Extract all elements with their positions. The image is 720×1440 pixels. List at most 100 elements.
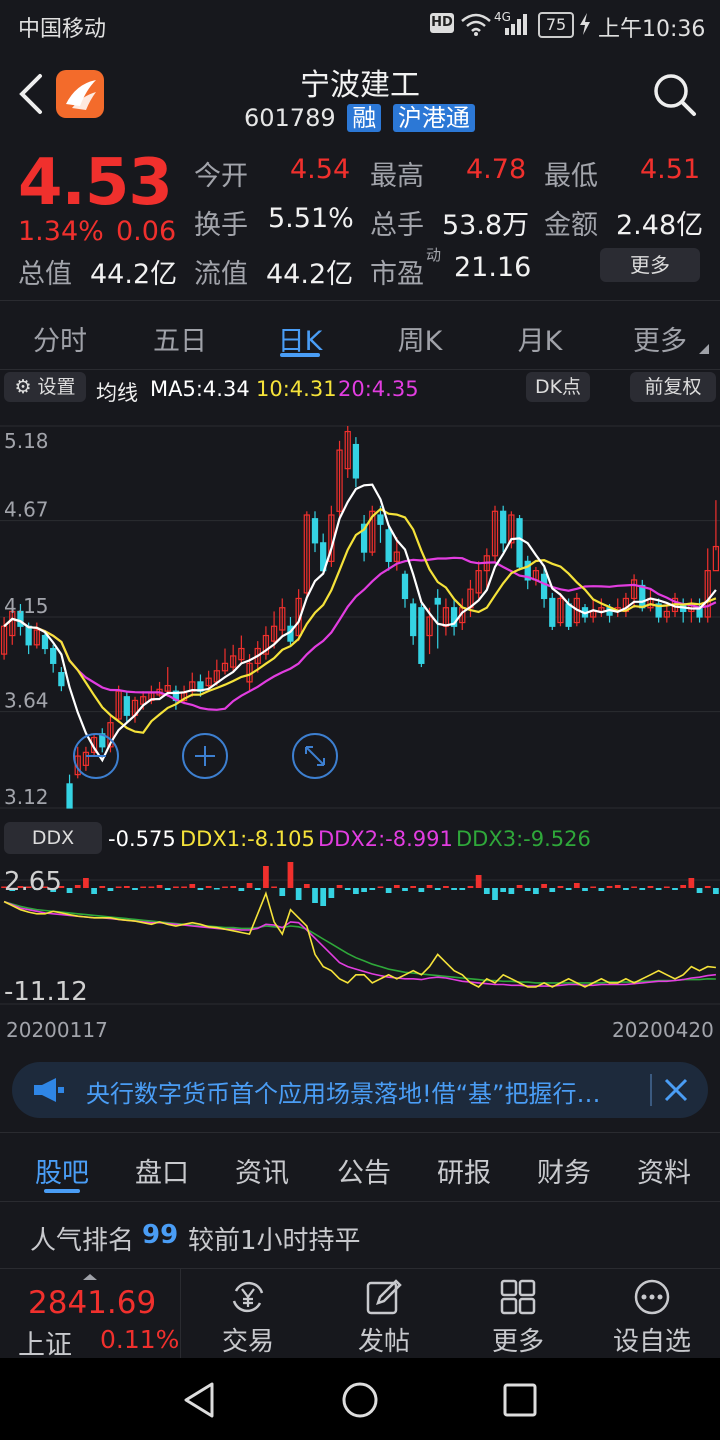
candle-body (418, 607, 425, 664)
tab-five-day[interactable]: 五日 (140, 319, 220, 358)
ddx-bar (713, 888, 719, 894)
stock-code: 601789 (244, 104, 336, 132)
y-tick-label: 3.64 (4, 689, 49, 713)
tab-more[interactable]: 更多 (620, 319, 700, 358)
ellipsis-circle-icon (634, 1279, 670, 1315)
index-change: 0.11% (100, 1325, 180, 1354)
open-value: 4.54 (290, 154, 351, 185)
ddx-bar (443, 886, 449, 888)
forward-adjust-button[interactable]: 前复权 (630, 372, 716, 402)
ddx-bar (66, 888, 73, 893)
post-button[interactable]: 发帖 (316, 1269, 452, 1359)
tab-research[interactable]: 研报 (424, 1151, 504, 1190)
ddx-bar (123, 886, 130, 888)
candle-body (25, 625, 32, 646)
ddx-bar (361, 888, 367, 892)
ddx-bar (91, 888, 97, 894)
pe-value: 21.16 (454, 252, 532, 283)
ddx-bar (213, 888, 220, 890)
tab-intraday[interactable]: 分时 (20, 319, 100, 358)
news-banner[interactable]: 央行数字货币首个应用场景落地!借“基”把握行… (12, 1062, 708, 1118)
change-amount: 0.06 (116, 216, 177, 247)
low-value: 4.51 (640, 154, 701, 185)
low-label: 最低 (544, 161, 598, 192)
tab-forum[interactable]: 股吧 (22, 1151, 102, 1190)
wifi-icon (461, 13, 491, 36)
settings-button[interactable]: ⚙ 设置 (4, 372, 86, 402)
amount-value: 2.48亿 (616, 210, 704, 241)
dk-point-button[interactable]: DK点 (526, 372, 590, 402)
ddx-bar (533, 888, 539, 894)
chevron-left-icon[interactable] (16, 72, 46, 116)
ddx-bar (549, 888, 556, 892)
news-text[interactable]: 央行数字货币首个应用场景落地!借“基”把握行… (86, 1074, 646, 1109)
ddx-bar (663, 886, 670, 888)
tab-weekly-k[interactable]: 周K (380, 319, 460, 358)
candle-body (540, 573, 548, 600)
candle-body (410, 603, 417, 637)
search-icon[interactable] (650, 70, 698, 118)
index-name: 上证 (18, 1330, 72, 1361)
bottom-toolbar: 2841.69 上证 0.11% 交易 发帖 更多 设自选 (0, 1268, 720, 1361)
ddx-chart[interactable]: 2.65 -11.12 (0, 858, 720, 1008)
volume-value: 53.8万 (442, 210, 530, 241)
tab-order-book[interactable]: 盘口 (122, 1151, 202, 1190)
trade-button[interactable]: 交易 (180, 1269, 316, 1359)
margin-tag: 融 (347, 104, 382, 132)
info-tabs: 股吧 盘口 资讯 公告 研报 财务 资料 (0, 1132, 720, 1202)
popularity-rank: 人气排名 99 较前1小时持平 (0, 1204, 720, 1264)
ddx-bar (410, 886, 417, 888)
tab-financials[interactable]: 财务 (524, 1151, 604, 1190)
candle-body (377, 514, 384, 525)
logo-icon (66, 80, 96, 110)
change-percent: 1.34% (18, 216, 104, 247)
yen-cycle-icon (232, 1281, 264, 1313)
y-tick-label: 5.18 (4, 429, 49, 453)
ddx-bar (83, 878, 89, 888)
app-logo[interactable] (56, 70, 104, 118)
more-menu-button[interactable]: 更多 (450, 1269, 586, 1359)
ddx-bar (263, 866, 269, 888)
candle-body (66, 783, 73, 809)
ddx-bar (279, 888, 286, 896)
add-watchlist-button[interactable]: 设自选 (584, 1269, 720, 1359)
ddx-bar (418, 888, 425, 892)
ddx-bar (353, 888, 359, 894)
close-icon[interactable] (662, 1076, 690, 1104)
ddx-bar (426, 885, 433, 888)
ddx-bar (205, 886, 212, 888)
stock-header: 宁波建工 601789 融 沪港通 (0, 50, 720, 146)
tab-profile[interactable]: 资料 (624, 1151, 704, 1190)
pe-superscript: 动 (426, 246, 442, 264)
high-label: 最高 (370, 161, 424, 192)
tab-monthly-k[interactable]: 月K (500, 319, 580, 358)
ddx-indicator-button[interactable]: DDX (4, 822, 102, 854)
ddx-bar (230, 886, 237, 888)
battery-icon: 75 (538, 12, 574, 38)
kline-tabs: 分时 五日 日K 周K 月K 更多 (0, 300, 720, 370)
gear-icon: ⚙ (14, 376, 32, 398)
home-circle-icon[interactable] (340, 1380, 380, 1420)
ddx-bar (99, 886, 106, 888)
ddx-bar (623, 888, 629, 890)
float-value: 44.2亿 (266, 259, 354, 290)
candle-body (58, 672, 65, 687)
ddx-bar (287, 862, 294, 888)
recents-square-icon[interactable] (500, 1380, 540, 1420)
candlestick-chart[interactable]: 5.18 4.67 4.15 3.64 3.12 (0, 408, 720, 820)
tab-news[interactable]: 资讯 (222, 1151, 302, 1190)
info-tab-indicator (44, 1189, 80, 1193)
ddx-bar (181, 886, 187, 888)
ddx-bar (492, 888, 498, 900)
back-triangle-icon[interactable] (180, 1380, 220, 1420)
ddx-bar (688, 878, 695, 888)
tab-announcements[interactable]: 公告 (324, 1151, 404, 1190)
more-button[interactable]: 更多 (600, 248, 700, 282)
turnover-label: 换手 (194, 210, 248, 241)
index-widget[interactable]: 2841.69 上证 0.11% (0, 1269, 181, 1361)
corner-triangle-icon (699, 344, 709, 354)
ma20-value: 20:4.35 (338, 377, 419, 401)
candle-body (401, 573, 409, 600)
signal-icon (505, 14, 527, 35)
settings-label: 设置 (37, 376, 76, 398)
